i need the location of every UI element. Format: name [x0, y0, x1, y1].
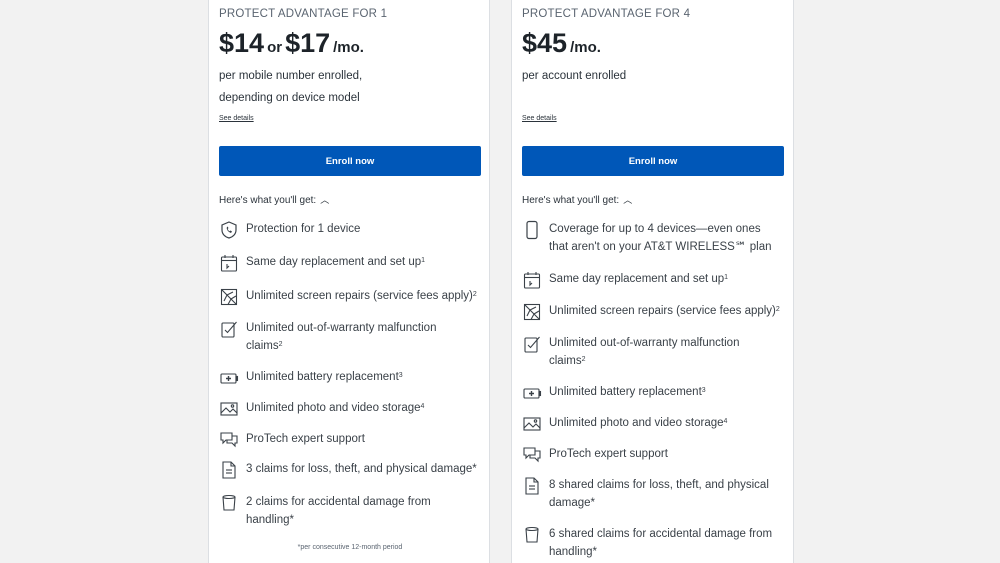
feature-line: handling*	[246, 514, 294, 526]
whats-included-toggle[interactable]: Here's what you'll get: ︿	[219, 193, 329, 206]
feature-text: 3 claims for loss, theft, and physical d…	[246, 460, 477, 478]
enroll-now-button[interactable]: Enroll now	[522, 146, 784, 176]
feature-line: that aren't on your AT&T WIRELESS℠ plan	[549, 241, 772, 253]
battery-icon	[522, 383, 542, 403]
footnote: *per consecutive 12-month period	[297, 544, 403, 551]
feature-text: ProTech expert support	[246, 430, 365, 448]
feature-text: Unlimited photo and video storage4	[549, 414, 727, 432]
footnote-marker: 1	[421, 257, 426, 264]
plan-title: PROTECT ADVANTAGE FOR 4	[522, 8, 691, 20]
battery-icon	[219, 368, 239, 388]
footnote-marker: 2	[472, 291, 477, 298]
see-details-link[interactable]: See details	[219, 115, 254, 122]
cup-icon	[219, 493, 239, 513]
feature-text: Protection for 1 device	[246, 220, 360, 238]
cracked-screen-icon	[219, 287, 239, 307]
cracked-screen-icon	[522, 302, 542, 322]
feature-text: Unlimited photo and video storage4	[246, 399, 424, 417]
feature-text: 8 shared claims for loss, theft, and phy…	[549, 476, 769, 512]
feature-text: Unlimited battery replacement3	[549, 383, 706, 401]
chat-bubbles-icon	[219, 430, 239, 450]
price: $14 or $17/mo.	[219, 28, 364, 59]
price-subtext: per account enrolled	[522, 70, 627, 82]
plan-title: PROTECT ADVANTAGE FOR 1	[219, 8, 388, 20]
calendar-icon	[219, 253, 239, 273]
repair-checklist-icon	[522, 334, 542, 354]
feature-text: 6 shared claims for accidental damage fr…	[549, 525, 772, 561]
price-alt: $17	[285, 28, 331, 58]
chevron-up-icon: ︿	[623, 195, 633, 205]
feature-line: Protection for 1 device	[246, 223, 361, 235]
feature-text: Unlimited out-of-warranty malfunction cla…	[246, 319, 436, 355]
whats-included-label: Here's what you'll get:	[522, 195, 620, 206]
feature-text: Same day replacement and set up1	[246, 253, 425, 271]
feature-line: 8 shared claims for loss, theft, and phy…	[549, 479, 769, 491]
feature-line: Coverage for up to 4 devices—even ones	[549, 223, 761, 235]
price-subtext: per mobile number enrolled,	[219, 70, 363, 82]
feature-line: claims	[549, 355, 582, 367]
feature-line: handling*	[549, 546, 597, 558]
cup-icon	[522, 525, 542, 545]
feature-line: Same day replacement and set up	[246, 256, 422, 268]
shield-phone-icon	[219, 220, 239, 240]
feature-line: Unlimited out-of-warranty malfunction	[549, 337, 740, 349]
price: $45/mo.	[522, 28, 601, 59]
whats-included-toggle[interactable]: Here's what you'll get: ︿	[522, 193, 632, 206]
footnote-marker: 2	[278, 341, 283, 348]
price-main: $14	[219, 28, 265, 58]
feature-text: Unlimited screen repairs (service fees a…	[246, 287, 477, 305]
feature-text: 2 claims for accidental damage from handl…	[246, 493, 431, 529]
phone-icon	[522, 220, 542, 240]
plan-card-protect-advantage-1: PROTECT ADVANTAGE FOR 1 $14 or $17/mo. per…	[208, 0, 490, 563]
chevron-up-icon: ︿	[320, 195, 330, 205]
whats-included-label: Here's what you'll get:	[219, 195, 317, 206]
footnote-marker: 3	[701, 387, 706, 394]
feature-line: damage*	[549, 497, 596, 509]
photo-icon	[522, 414, 542, 434]
photo-icon	[219, 399, 239, 419]
feature-text: Unlimited screen repairs (service fees a…	[549, 302, 780, 320]
see-details-link[interactable]: See details	[522, 115, 557, 122]
feature-line: Unlimited battery replacement	[549, 386, 702, 398]
chat-bubbles-icon	[522, 445, 542, 465]
feature-text: Coverage for up to 4 devices—even ones th…	[549, 220, 772, 256]
feature-text: ProTech expert support	[549, 445, 668, 463]
feature-text: Same day replacement and set up1	[549, 270, 728, 288]
plan-card-protect-advantage-4: PROTECT ADVANTAGE FOR 4 $45/mo. per acco…	[511, 0, 794, 563]
footnote-marker: 4	[420, 403, 425, 410]
footnote-marker: 4	[723, 418, 728, 425]
document-icon	[522, 476, 542, 496]
feature-line: claims	[246, 340, 279, 352]
feature-line: 6 shared claims for accidental damage fr…	[549, 528, 773, 540]
footnote-marker: 2	[775, 306, 780, 313]
feature-line: ProTech expert support	[246, 433, 365, 445]
repair-checklist-icon	[219, 319, 239, 339]
price-unit: /mo.	[333, 39, 364, 56]
feature-line: ProTech expert support	[549, 448, 668, 460]
footnote-marker: 1	[724, 274, 729, 281]
price-subtext-2: depending on device model	[219, 92, 360, 104]
feature-line: 2 claims for accidental damage from	[246, 496, 431, 508]
price-or: or	[267, 39, 283, 56]
price-unit: /mo.	[570, 39, 601, 56]
feature-line: Unlimited battery replacement	[246, 371, 399, 383]
footnote-marker: 3	[398, 372, 403, 379]
feature-text: Unlimited battery replacement3	[246, 368, 403, 386]
feature-text: Unlimited out-of-warranty malfunction cla…	[549, 334, 739, 370]
feature-line: Unlimited screen repairs (service fees a…	[246, 290, 473, 302]
feature-line: Unlimited photo and video storage	[246, 402, 421, 414]
feature-line: Same day replacement and set up	[549, 273, 725, 285]
footnote-marker: 2	[581, 356, 586, 363]
feature-line: 3 claims for loss, theft, and physical d…	[246, 463, 477, 475]
feature-line: Unlimited out-of-warranty malfunction	[246, 322, 437, 334]
price-main: $45	[522, 28, 568, 58]
document-icon	[219, 460, 239, 480]
enroll-now-button[interactable]: Enroll now	[219, 146, 481, 176]
feature-line: Unlimited photo and video storage	[549, 417, 724, 429]
feature-line: Unlimited screen repairs (service fees a…	[549, 305, 776, 317]
calendar-icon	[522, 270, 542, 290]
